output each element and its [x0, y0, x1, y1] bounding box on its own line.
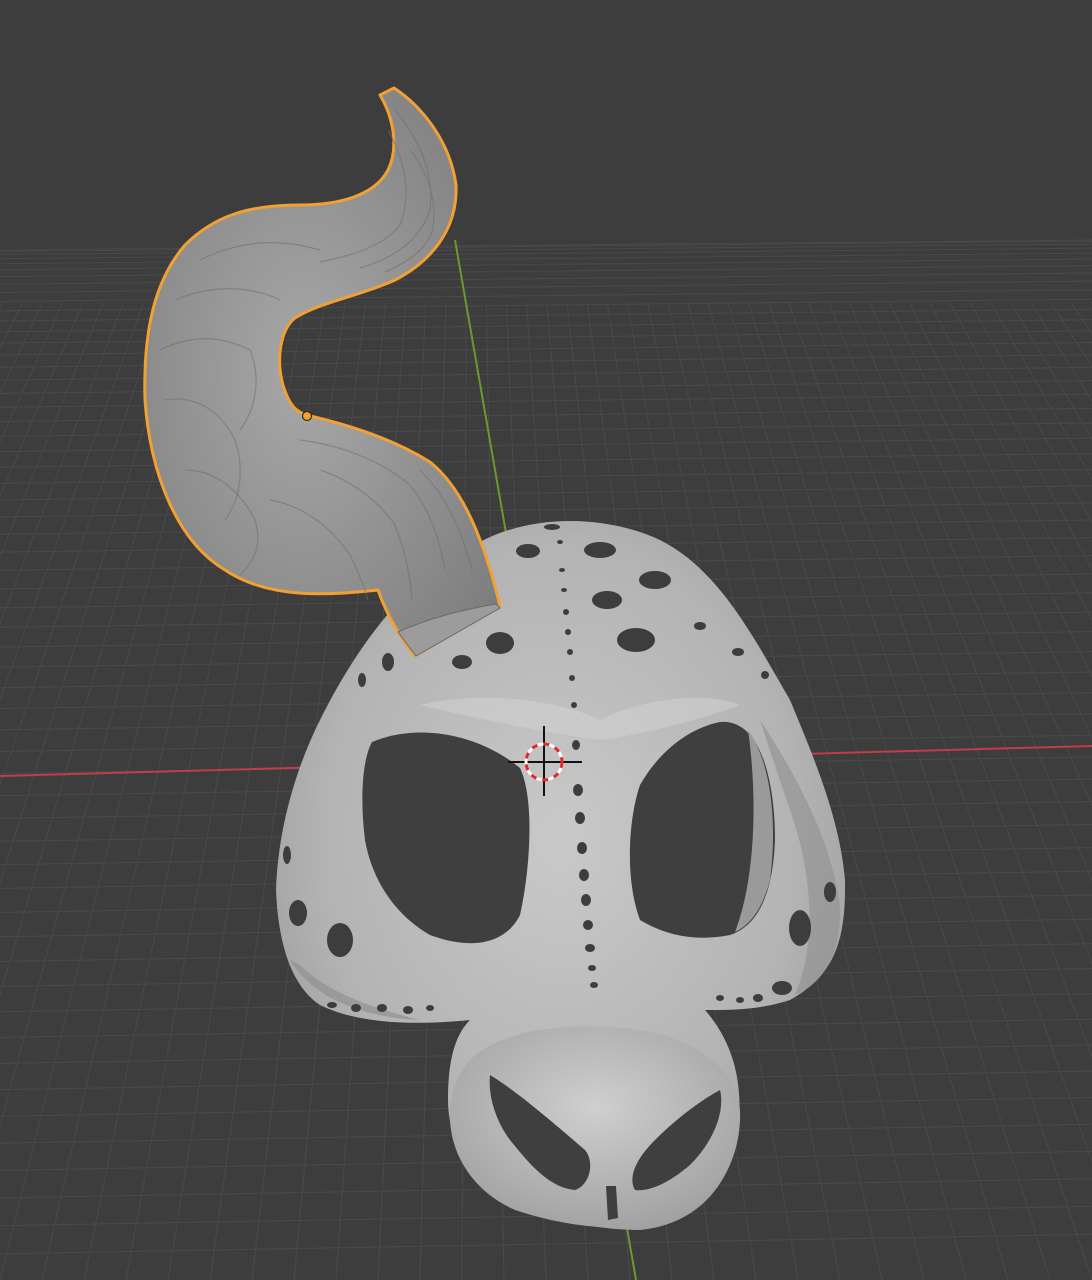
horn-object[interactable]	[143, 86, 502, 658]
perforation-hole	[694, 622, 706, 630]
perforation-hole	[559, 568, 565, 572]
perforation-hole	[732, 648, 744, 656]
perforation-hole	[716, 995, 724, 1001]
perforation-hole	[569, 675, 575, 681]
perforation-hole	[590, 982, 598, 988]
perforation-hole	[588, 965, 596, 971]
perforation-hole	[516, 544, 540, 558]
grid-line	[0, 302, 104, 558]
perforation-hole	[736, 997, 744, 1003]
grid-line	[929, 302, 1092, 622]
perforation-hole	[403, 1006, 413, 1014]
grid-line	[0, 302, 24, 350]
perforation-hole	[581, 894, 591, 906]
perforation-hole	[565, 629, 571, 635]
grid-line	[909, 302, 1092, 678]
grid-line	[0, 302, 64, 444]
grid-line	[0, 1233, 1092, 1255]
perforation-hole	[571, 702, 577, 708]
mask-object[interactable]	[276, 520, 846, 1230]
perforation-hole	[753, 994, 763, 1002]
grid-line	[0, 302, 84, 498]
perforation-hole	[583, 920, 593, 930]
grid-line	[0, 302, 124, 626]
perforation-hole	[761, 671, 769, 679]
perforation-hole	[327, 923, 353, 957]
grid-line	[0, 239, 1092, 251]
grid-line	[0, 252, 1092, 265]
grid-line	[848, 302, 1092, 882]
grid-line	[989, 302, 1092, 480]
perforation-hole	[579, 869, 589, 881]
perforation-hole	[452, 655, 472, 669]
horn-selection-outline	[143, 86, 502, 658]
grid-line	[0, 502, 1092, 518]
grid-line	[808, 302, 1092, 1058]
perforation-hole	[592, 591, 622, 609]
perforation-hole	[327, 1002, 337, 1008]
perforation-hole	[382, 653, 394, 671]
perforation-hole	[486, 632, 514, 654]
perforation-hole	[573, 784, 583, 796]
perforation-hole	[789, 910, 811, 946]
grid-line	[0, 302, 3, 309]
grid-line	[889, 302, 1092, 740]
perforation-hole	[572, 740, 580, 750]
perforation-hole	[377, 1004, 387, 1012]
grid-line	[1030, 302, 1092, 403]
septum-notch	[606, 1186, 618, 1220]
perforation-hole	[563, 609, 569, 615]
perforation-hole	[584, 542, 616, 558]
origin-point-icon[interactable]	[301, 410, 313, 422]
grid-line	[1070, 302, 1092, 335]
perforation-hole	[617, 628, 655, 652]
grid-line	[788, 302, 1092, 1163]
perforation-hole	[561, 588, 567, 592]
perforation-hole	[358, 673, 366, 687]
grid-line	[969, 302, 1092, 524]
perforation-hole	[289, 900, 307, 926]
perforation-hole	[426, 1005, 434, 1011]
perforation-hole	[772, 981, 792, 995]
perforation-hole	[639, 571, 671, 589]
perforation-hole	[824, 882, 836, 902]
grid-line	[949, 302, 1092, 571]
grid-line	[0, 302, 165, 787]
3d-viewport[interactable]	[0, 0, 1092, 1280]
perforation-hole	[567, 649, 573, 655]
viewport-scene[interactable]	[0, 0, 1092, 1280]
perforation-hole	[577, 842, 587, 854]
perforation-hole	[351, 1004, 361, 1012]
perforation-hole	[544, 524, 560, 530]
grid-line	[0, 258, 1092, 271]
perforation-hole	[585, 944, 595, 952]
perforation-hole	[575, 812, 585, 824]
perforation-hole	[557, 540, 563, 544]
perforation-hole	[283, 846, 291, 864]
